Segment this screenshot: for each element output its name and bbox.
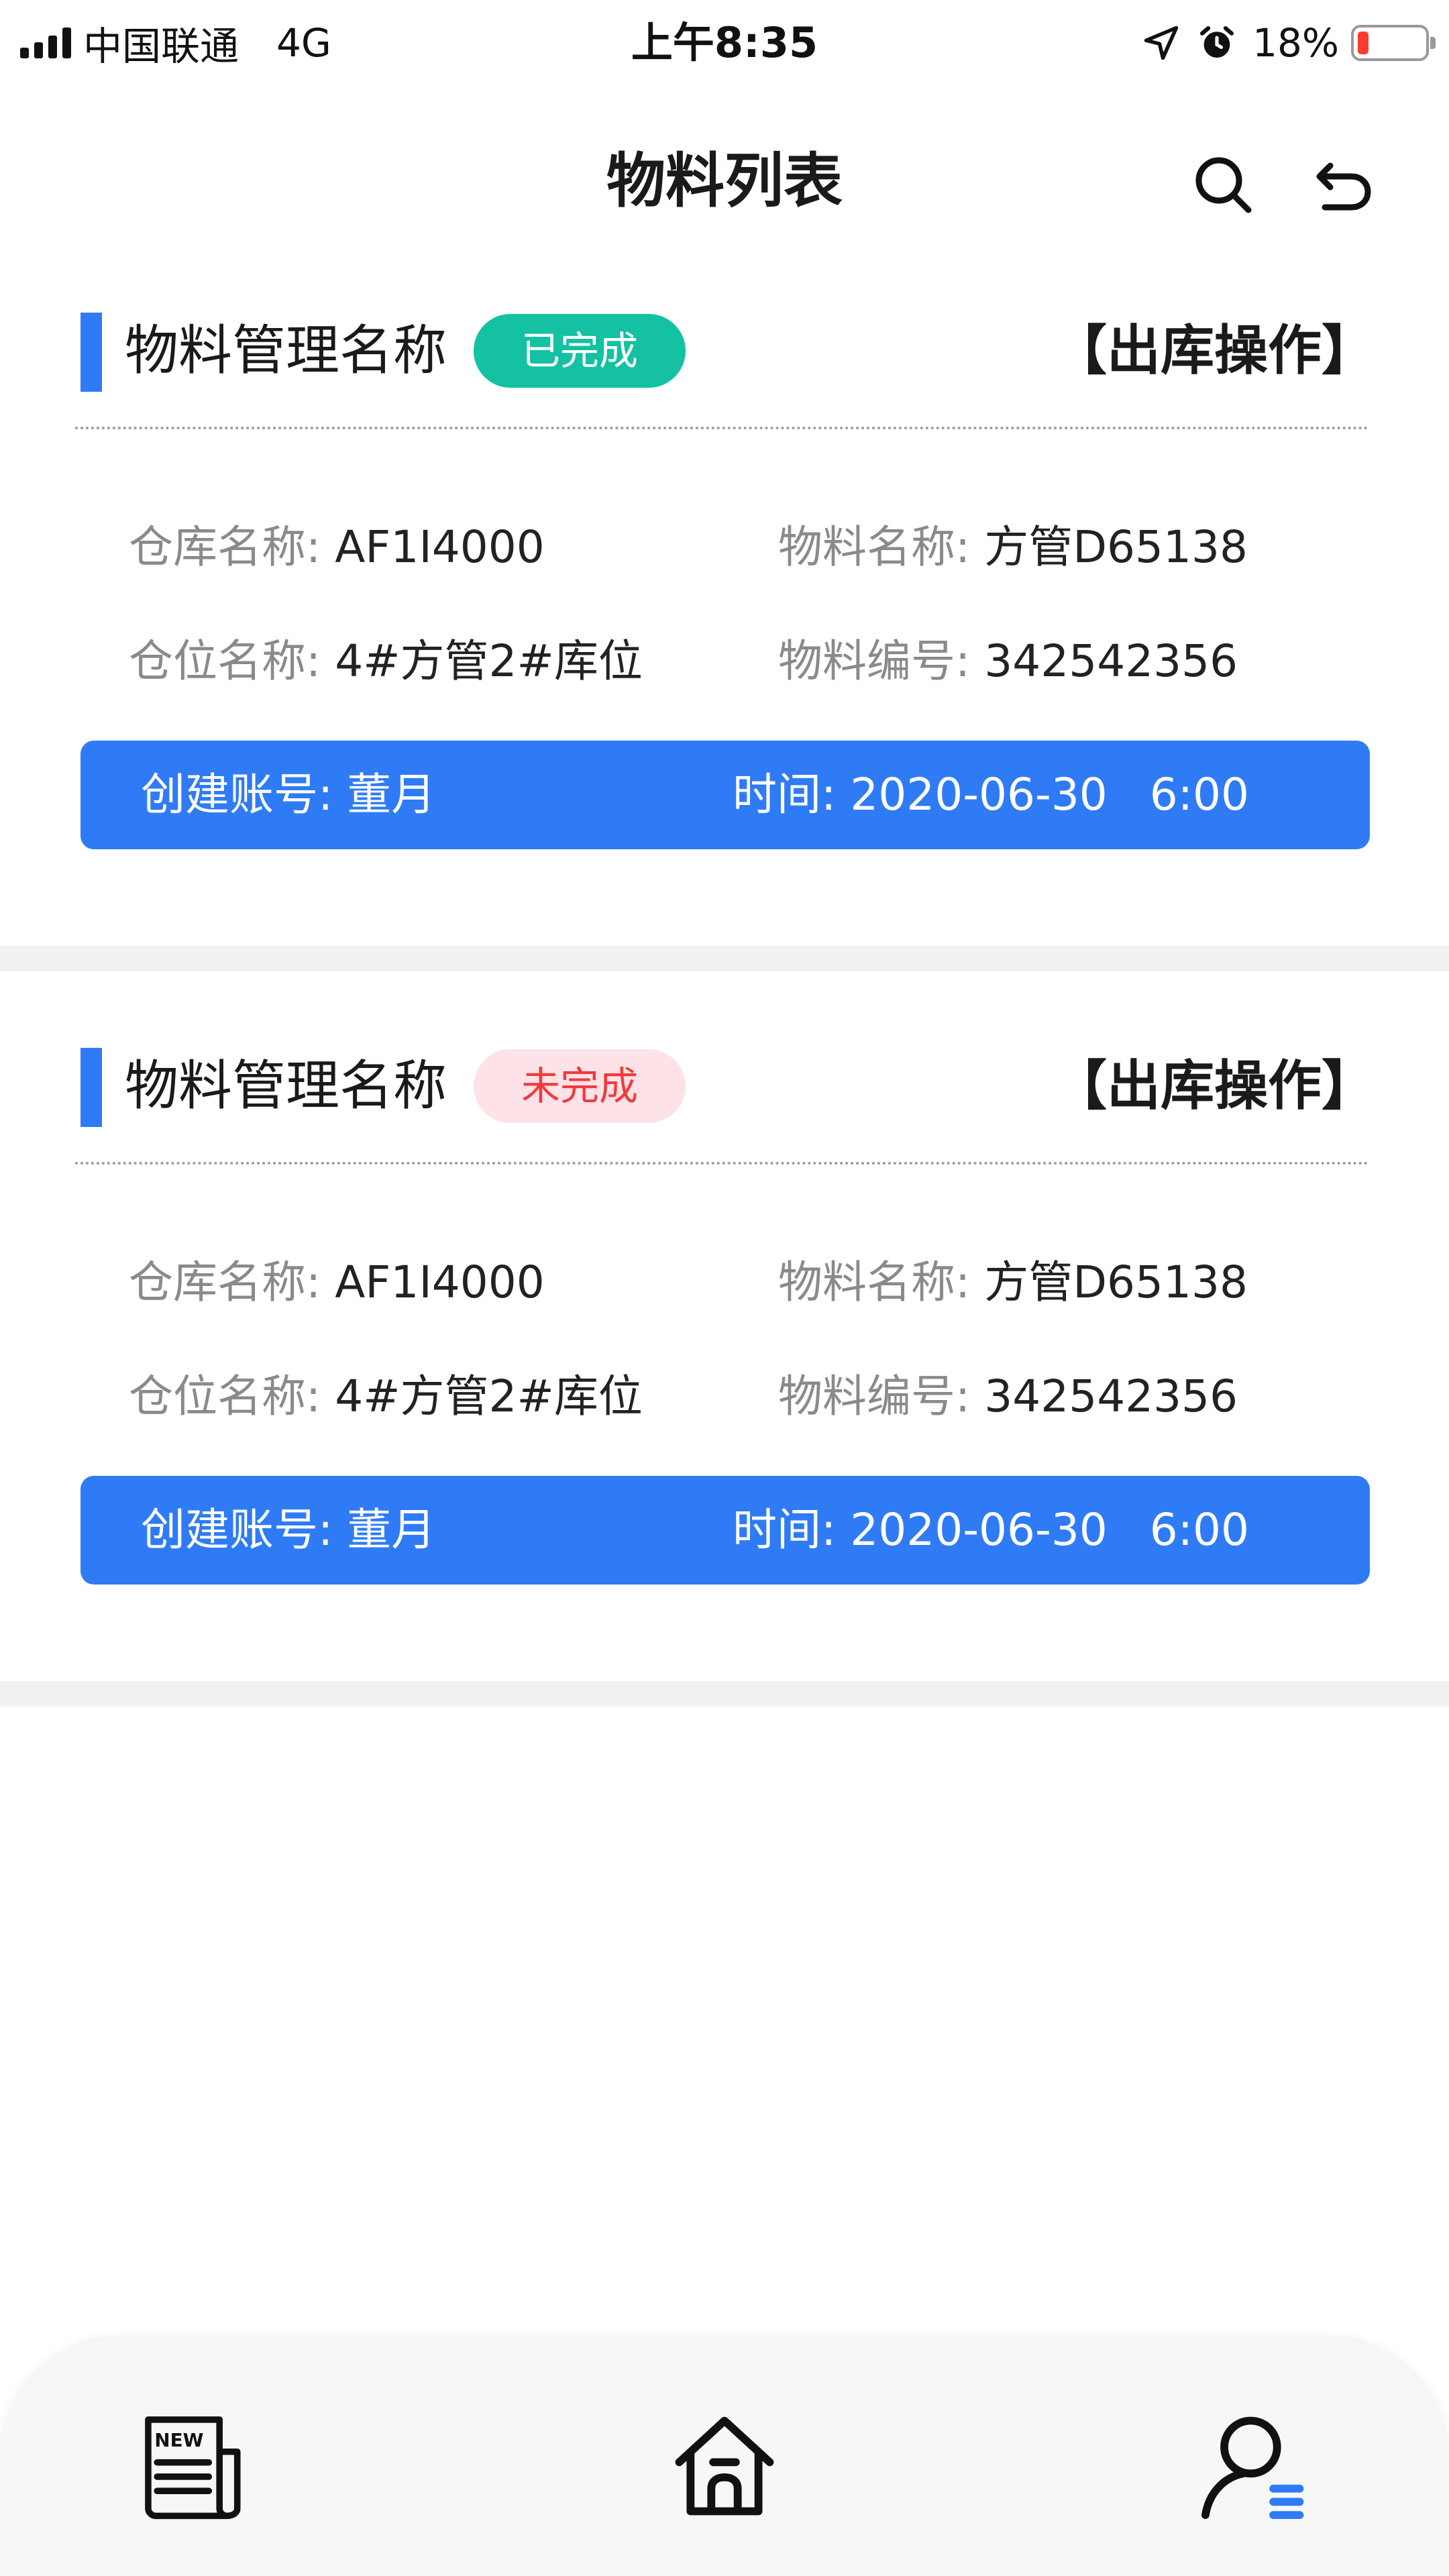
outbound-action-link[interactable]: 【出库操作】: [1053, 1042, 1375, 1130]
creator-info: 创建账号: 董月: [141, 1476, 435, 1585]
card-separator: [0, 1681, 1449, 1707]
material-name-value: 方管D65138: [984, 1256, 1248, 1308]
warehouse-row: 仓库名称: AF1I4000: [129, 1249, 545, 1316]
material-code-value: 342542356: [984, 1371, 1238, 1422]
creator-info-bar: 创建账号: 董月 时间: 2020-06-30 6:00: [80, 741, 1370, 849]
nav-bar: 物料列表: [0, 101, 1449, 255]
battery-nub: [1430, 37, 1436, 49]
location-icon: [1144, 25, 1179, 60]
creator-value: 董月: [347, 769, 436, 820]
time-info: 时间: 2020-06-30 6:00: [733, 1476, 1249, 1585]
warehouse-value: AF1I4000: [335, 1256, 545, 1308]
card-accent-bar: [80, 1048, 102, 1127]
status-badge: 已完成: [474, 314, 686, 388]
time-value: 2020-06-30 6:00: [850, 1504, 1249, 1556]
battery-percent: 18%: [1252, 20, 1339, 66]
material-code-label: 物料编号:: [778, 1371, 971, 1422]
card-header: 物料管理名称 未完成 【出库操作】: [0, 1016, 1449, 1130]
card-title: 物料管理名称: [125, 319, 447, 382]
material-name-label: 物料名称:: [778, 521, 971, 573]
card-accent-bar: [80, 313, 102, 392]
creator-info: 创建账号: 董月: [141, 741, 435, 849]
material-name-row: 物料名称: 方管D65138: [778, 514, 1248, 581]
dotted-divider: [75, 427, 1368, 429]
material-code-value: 342542356: [984, 635, 1238, 687]
back-arrow-icon: [1316, 162, 1371, 211]
location-label: 仓位名称:: [129, 635, 321, 687]
material-code-label: 物料编号:: [778, 635, 971, 687]
creator-value: 董月: [347, 1504, 436, 1556]
tab-news[interactable]: NEW: [127, 2399, 262, 2533]
material-name-label: 物料名称:: [778, 1256, 971, 1308]
card-header: 物料管理名称 已完成 【出库操作】: [0, 280, 1449, 394]
user-menu-icon: [1201, 2416, 1304, 2520]
home-icon: [675, 2416, 774, 2516]
creator-info-bar: 创建账号: 董月 时间: 2020-06-30 6:00: [80, 1476, 1370, 1585]
battery-fill: [1358, 32, 1368, 54]
time-value: 2020-06-30 6:00: [850, 769, 1249, 820]
battery-icon: [1351, 25, 1436, 61]
creator-label: 创建账号:: [141, 769, 333, 820]
time-label: 时间:: [733, 1504, 837, 1556]
location-value: 4#方管2#库位: [335, 635, 643, 687]
warehouse-row: 仓库名称: AF1I4000: [129, 514, 545, 581]
warehouse-label: 仓库名称:: [129, 521, 321, 573]
material-card[interactable]: 物料管理名称 未完成 【出库操作】 仓库名称: AF1I4000 物料名称: 方…: [0, 1016, 1449, 1680]
back-button[interactable]: [1307, 148, 1381, 221]
material-card[interactable]: 物料管理名称 已完成 【出库操作】 仓库名称: AF1I4000 物料名称: 方…: [0, 280, 1449, 945]
tab-home[interactable]: [657, 2399, 792, 2533]
location-row: 仓位名称: 4#方管2#库位: [129, 628, 643, 695]
search-button[interactable]: [1186, 148, 1260, 221]
tab-profile[interactable]: [1187, 2399, 1322, 2533]
time-info: 时间: 2020-06-30 6:00: [733, 741, 1249, 849]
news-icon: NEW: [145, 2416, 241, 2520]
material-code-row: 物料编号: 342542356: [778, 628, 1238, 695]
material-code-row: 物料编号: 342542356: [778, 1363, 1238, 1430]
dotted-divider: [75, 1162, 1368, 1165]
search-icon: [1195, 157, 1252, 213]
location-row: 仓位名称: 4#方管2#库位: [129, 1363, 643, 1430]
status-right: 18%: [1141, 16, 1436, 70]
alarm-icon: [1200, 25, 1234, 58]
warehouse-value: AF1I4000: [335, 521, 545, 573]
location-value: 4#方管2#库位: [335, 1371, 643, 1422]
card-separator: [0, 946, 1449, 971]
creator-label: 创建账号:: [141, 1504, 333, 1556]
outbound-action-link[interactable]: 【出库操作】: [1053, 307, 1375, 394]
news-icon-label: NEW: [154, 2429, 203, 2451]
material-name-row: 物料名称: 方管D65138: [778, 1249, 1248, 1316]
card-title: 物料管理名称: [125, 1055, 447, 1117]
bottom-tab-bar: NEW: [0, 2339, 1449, 2576]
location-label: 仓位名称:: [129, 1371, 321, 1422]
status-badge: 未完成: [474, 1049, 686, 1123]
status-bar: 中国联通 4G 上午8:35 18%: [0, 0, 1449, 87]
time-label: 时间:: [733, 769, 837, 820]
warehouse-label: 仓库名称:: [129, 1256, 321, 1308]
material-name-value: 方管D65138: [984, 521, 1248, 573]
